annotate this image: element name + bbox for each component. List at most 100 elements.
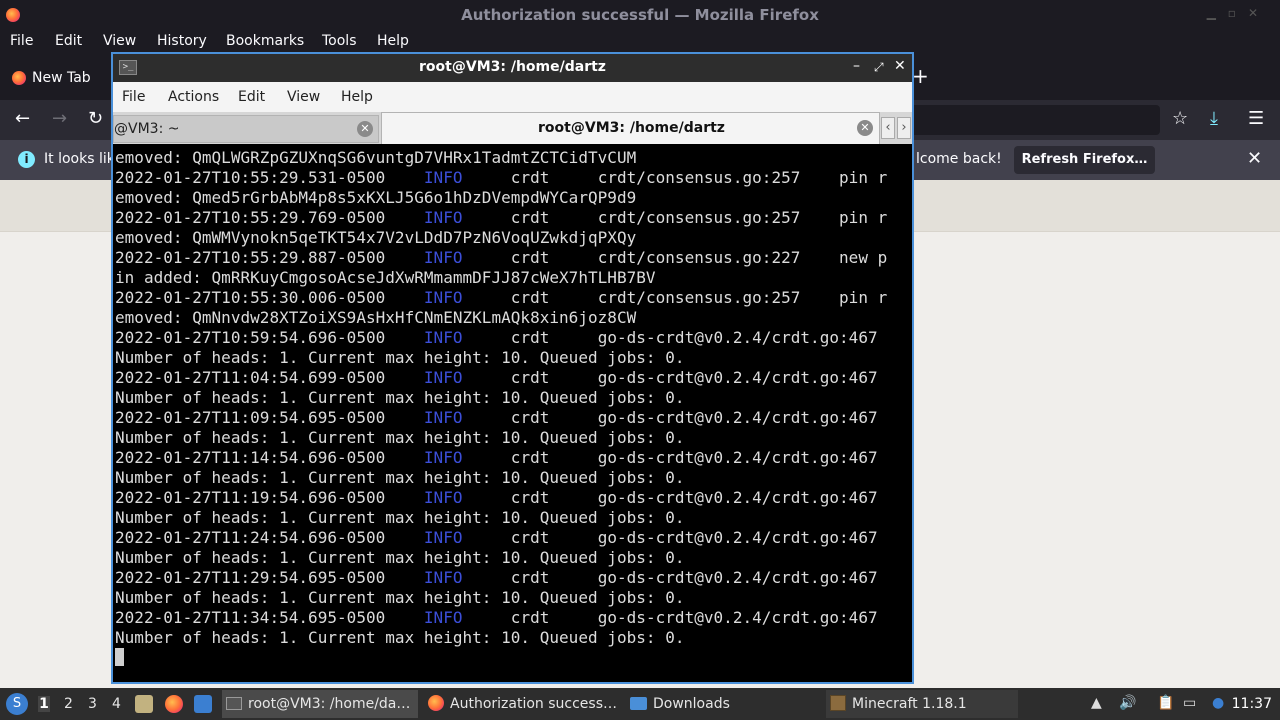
maximize-icon[interactable]: ⤢ <box>874 60 884 75</box>
log-caller: go-ds-crdt@v0.2.4/crdt.go:467 <box>597 488 878 507</box>
terminal-menu-actions[interactable]: Actions <box>168 89 219 105</box>
terminal-line: Number of heads: 1. Current max height: … <box>115 348 912 368</box>
firefox-menu-view[interactable]: View <box>103 33 136 49</box>
new-tab-button[interactable]: + <box>912 64 929 88</box>
terminal-line: 2022-01-27T11:04:54.699-0500 INFO crdt g… <box>115 368 912 388</box>
log-level: INFO <box>423 248 463 267</box>
back-arrow-icon[interactable]: ← <box>15 108 30 129</box>
firefox-menu-help[interactable]: Help <box>377 33 409 49</box>
log-level: INFO <box>423 448 463 467</box>
tray-expand-icon[interactable]: ▲ <box>1091 695 1102 711</box>
taskbar-item-terminal[interactable]: root@VM3: /home/da… <box>222 690 418 718</box>
clipboard-icon[interactable]: 📋 <box>1157 695 1174 711</box>
workspace-4[interactable]: 4 <box>112 696 121 712</box>
log-level: INFO <box>423 208 463 227</box>
notice-text-left: It looks lik <box>44 151 115 167</box>
terminal-line: 2022-01-27T10:55:29.769-0500 INFO crdt c… <box>115 208 912 228</box>
log-timestamp: 2022-01-27T10:55:29.769-0500 <box>115 208 386 227</box>
log-caller: go-ds-crdt@v0.2.4/crdt.go:467 <box>597 408 878 427</box>
desktop-launcher-icon[interactable] <box>194 695 212 713</box>
log-level: INFO <box>423 368 463 387</box>
terminal-line-text: Number of heads: 1. Current max height: … <box>115 468 685 487</box>
taskbar-item-minecraft[interactable]: Minecraft 1.18.1 <box>826 690 1018 718</box>
terminal-line: 2022-01-27T10:59:54.696-0500 INFO crdt g… <box>115 328 912 348</box>
workspace-3[interactable]: 3 <box>88 696 97 712</box>
terminal-menu-help[interactable]: Help <box>341 89 373 105</box>
terminal-output[interactable]: emoved: QmQLWGRZpGZUXnqSG6vuntgD7VHRx1Ta… <box>113 144 912 682</box>
close-icon[interactable]: ✕ <box>894 58 906 74</box>
terminal-titlebar[interactable]: >_ root@VM3: /home/dartz – ⤢ ✕ <box>113 54 912 82</box>
firefox-tab-new-tab[interactable]: New Tab <box>6 64 101 92</box>
firefox-menu-bookmarks[interactable]: Bookmarks <box>226 33 304 49</box>
taskbar-item-downloads[interactable]: Downloads <box>626 690 822 718</box>
log-timestamp: 2022-01-27T10:59:54.696-0500 <box>115 328 386 347</box>
firefox-launcher-icon[interactable] <box>165 695 183 713</box>
terminal-line: 2022-01-27T10:55:29.887-0500 INFO crdt c… <box>115 248 912 268</box>
taskbar-item-label: root@VM3: /home/da… <box>248 696 411 712</box>
log-timestamp: 2022-01-27T10:55:29.531-0500 <box>115 168 386 187</box>
taskbar-item-firefox[interactable]: Authorization success… <box>424 690 620 718</box>
terminal-menu-file[interactable]: File <box>122 89 145 105</box>
terminal-menu-edit[interactable]: Edit <box>238 89 265 105</box>
taskbar-item-label: Downloads <box>653 696 730 712</box>
log-level: INFO <box>423 488 463 507</box>
log-logger: crdt <box>510 288 550 307</box>
terminal-line: 2022-01-27T11:29:54.695-0500 INFO crdt g… <box>115 568 912 588</box>
minimize-icon[interactable]: – <box>853 58 860 74</box>
terminal-tab-label: @VM3: ~ <box>114 121 180 137</box>
tab-close-icon[interactable]: ✕ <box>357 121 373 137</box>
log-caller: crdt/consensus.go:257 <box>597 168 801 187</box>
terminal-line-text: emoved: QmQLWGRZpGZUXnqSG6vuntgD7VHRx1Ta… <box>115 148 637 167</box>
taskbar: S 1 2 3 4 root@VM3: /home/da… Authorizat… <box>0 688 1280 720</box>
terminal-window-title: root@VM3: /home/dartz <box>419 59 606 75</box>
start-menu-icon[interactable]: S <box>6 693 28 715</box>
forward-arrow-icon[interactable]: → <box>52 108 67 129</box>
log-level: INFO <box>423 608 463 627</box>
terminal-window: >_ root@VM3: /home/dartz – ⤢ ✕ File Acti… <box>111 52 914 684</box>
log-level: INFO <box>423 288 463 307</box>
hamburger-menu-icon[interactable]: ☰ <box>1248 108 1264 129</box>
log-caller: go-ds-crdt@v0.2.4/crdt.go:467 <box>597 608 878 627</box>
bookmark-star-icon[interactable]: ☆ <box>1172 108 1188 129</box>
downloads-icon[interactable]: ⤓ <box>1210 108 1218 129</box>
terminal-line-text: Number of heads: 1. Current max height: … <box>115 388 685 407</box>
clock[interactable]: 11:37 <box>1232 696 1272 712</box>
terminal-tab-home[interactable]: @VM3: ~ ✕ <box>113 115 379 143</box>
tab-close-icon[interactable]: ✕ <box>857 120 873 136</box>
firefox-menu-tools[interactable]: Tools <box>322 33 357 49</box>
log-caller: crdt/consensus.go:257 <box>597 288 801 307</box>
workspace-2[interactable]: 2 <box>64 696 73 712</box>
firefox-menu-history[interactable]: History <box>157 33 207 49</box>
firefox-window-controls[interactable]: ▁▫✕ <box>1207 6 1270 20</box>
firefox-menu-edit[interactable]: Edit <box>55 33 82 49</box>
terminal-menu-view[interactable]: View <box>287 89 320 105</box>
log-message: new p <box>839 248 888 267</box>
firefox-menu-file[interactable]: File <box>10 33 33 49</box>
refresh-firefox-button[interactable]: Refresh Firefox… <box>1014 146 1155 174</box>
folder-icon <box>630 697 647 710</box>
log-caller: go-ds-crdt@v0.2.4/crdt.go:467 <box>597 448 878 467</box>
tab-scroll-right-icon[interactable]: › <box>897 117 911 139</box>
log-level: INFO <box>423 328 463 347</box>
updates-icon[interactable]: ● <box>1212 695 1224 711</box>
terminal-line-text: Number of heads: 1. Current max height: … <box>115 348 685 367</box>
file-manager-launcher-icon[interactable] <box>135 695 153 713</box>
terminal-line-text: Number of heads: 1. Current max height: … <box>115 628 685 647</box>
tab-scroll-left-icon[interactable]: ‹ <box>881 117 895 139</box>
log-timestamp: 2022-01-27T11:09:54.695-0500 <box>115 408 386 427</box>
terminal-line-text: Number of heads: 1. Current max height: … <box>115 588 685 607</box>
terminal-lines: emoved: QmQLWGRZpGZUXnqSG6vuntgD7VHRx1Ta… <box>115 148 912 648</box>
terminal-line-text: Number of heads: 1. Current max height: … <box>115 548 685 567</box>
terminal-line: emoved: QmQLWGRZpGZUXnqSG6vuntgD7VHRx1Ta… <box>115 148 912 168</box>
reload-icon[interactable]: ↻ <box>88 108 103 129</box>
workspace-1[interactable]: 1 <box>38 696 50 712</box>
terminal-line-text: emoved: QmNnvdw28XTZoiXS9AsHxHfCNmENZKLm… <box>115 308 637 327</box>
notice-close-icon[interactable]: ✕ <box>1247 148 1262 169</box>
terminal-line: 2022-01-27T11:19:54.696-0500 INFO crdt g… <box>115 488 912 508</box>
log-logger: crdt <box>510 248 550 267</box>
volume-icon[interactable]: 🔊 <box>1119 695 1136 711</box>
network-icon[interactable]: ▭ <box>1183 695 1196 711</box>
log-level: INFO <box>423 568 463 587</box>
log-timestamp: 2022-01-27T11:19:54.696-0500 <box>115 488 386 507</box>
terminal-tab-dartz[interactable]: root@VM3: /home/dartz ✕ <box>381 112 880 144</box>
